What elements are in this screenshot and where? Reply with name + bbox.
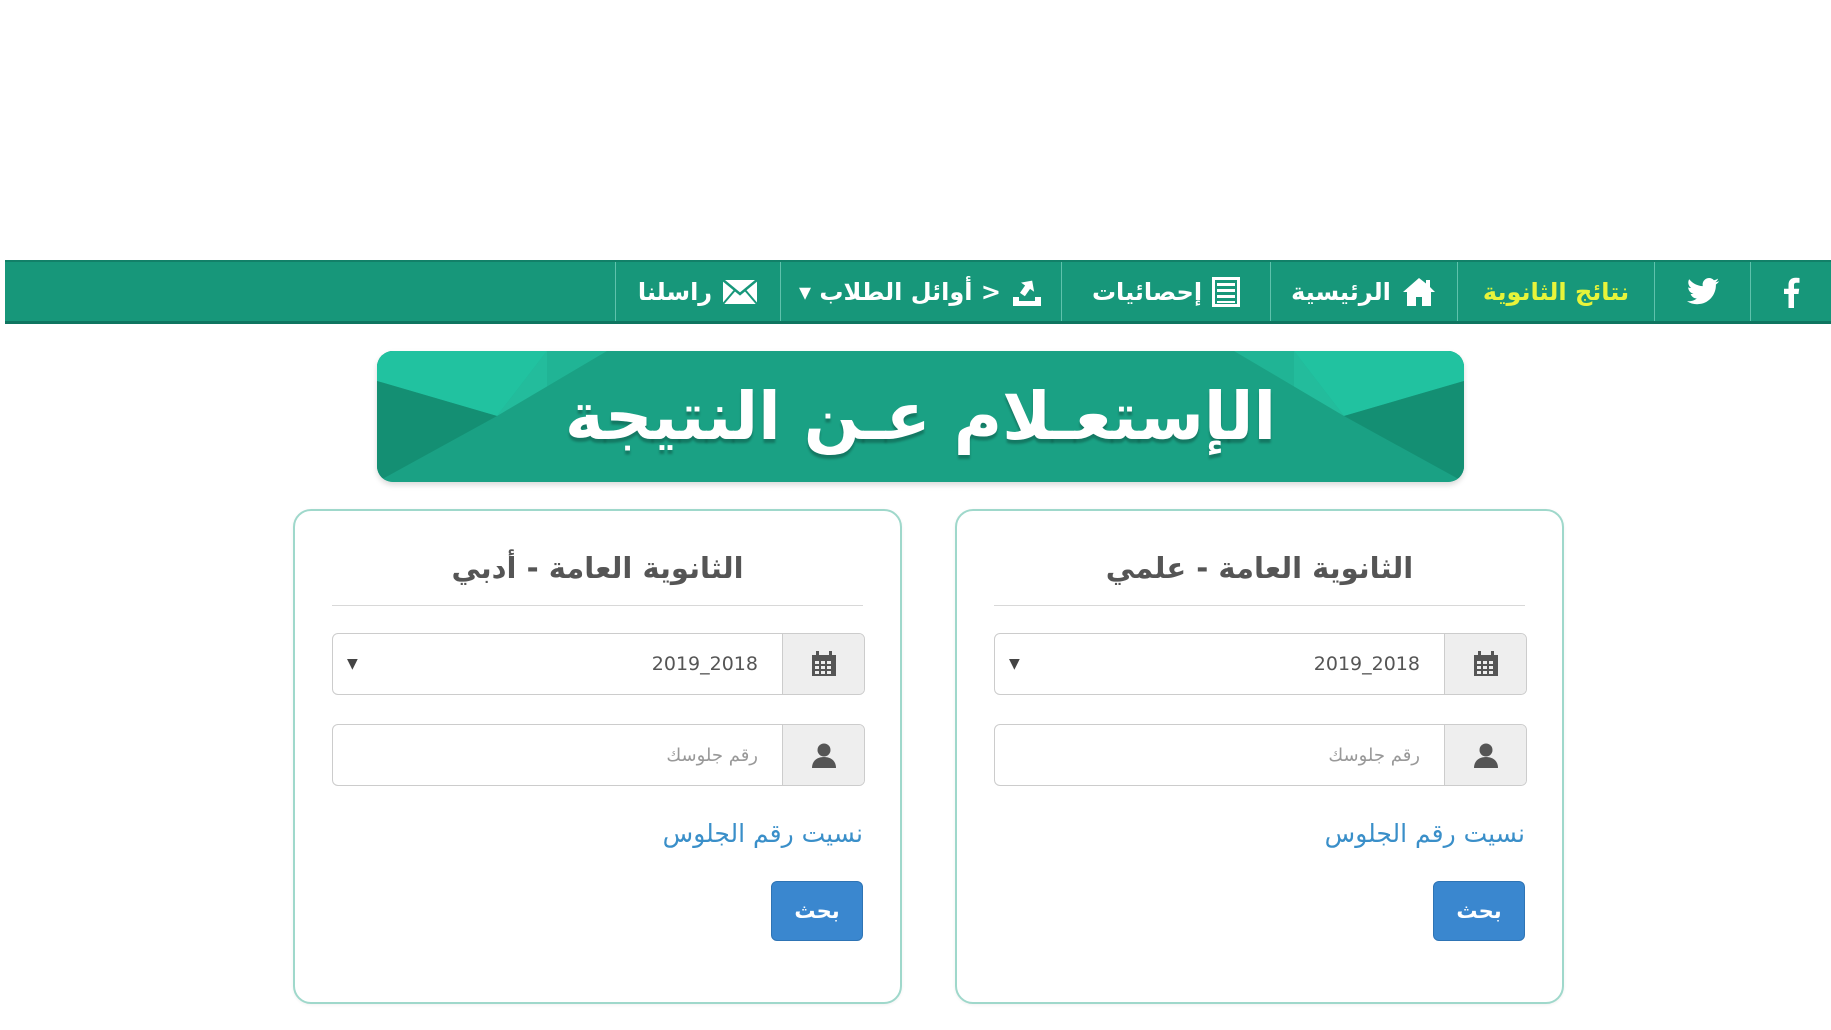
upload-icon bbox=[1013, 280, 1041, 306]
nav-facebook[interactable] bbox=[1750, 262, 1831, 321]
calendar-icon bbox=[1473, 651, 1498, 676]
user-addon bbox=[782, 725, 864, 785]
year-select-scientific[interactable]: ▼ 2019_2018 bbox=[994, 633, 1527, 695]
search-button-scientific[interactable]: بحث bbox=[1433, 881, 1525, 941]
nav-twitter[interactable] bbox=[1654, 262, 1750, 321]
envelope-icon bbox=[722, 278, 758, 305]
top-students-label: < أوائل الطلاب ▾ bbox=[799, 277, 1001, 306]
caret-down-icon: ▼ bbox=[347, 656, 358, 672]
calendar-addon bbox=[1444, 634, 1526, 694]
contact-label: راسلنا bbox=[637, 277, 713, 306]
seat-number-group-literary bbox=[332, 724, 865, 786]
user-icon bbox=[811, 743, 836, 768]
table-icon bbox=[1212, 276, 1241, 307]
seat-number-group-scientific bbox=[994, 724, 1527, 786]
search-button-literary[interactable]: بحث bbox=[771, 881, 863, 941]
card-literary: الثانوية العامة - أدبي ▼ 2019_2018 رقم ج… bbox=[293, 509, 902, 1004]
card-title-literary: الثانوية العامة - أدبي bbox=[332, 551, 863, 606]
card-scientific: الثانوية العامة - علمي ▼ 2019_2018 رقم ج… bbox=[955, 509, 1564, 1004]
nav-top-students[interactable]: < أوائل الطلاب ▾ bbox=[780, 262, 1061, 321]
year-value: 2019_2018 bbox=[1313, 653, 1420, 675]
nav-statistics[interactable]: إحصائيات bbox=[1061, 262, 1270, 321]
seat-number-input-literary[interactable] bbox=[333, 725, 782, 785]
card-title-scientific: الثانوية العامة - علمي bbox=[994, 551, 1525, 606]
twitter-icon bbox=[1686, 277, 1719, 304]
statistics-label: إحصائيات bbox=[1091, 277, 1203, 306]
forgot-seat-link-literary[interactable]: نسيت رقم الجلوس bbox=[663, 819, 863, 848]
brand-label: نتائج الثانوية bbox=[1482, 277, 1630, 306]
nav-contact[interactable]: راسلنا bbox=[615, 262, 780, 321]
calendar-icon bbox=[811, 651, 836, 676]
nav-home[interactable]: الرئيسية bbox=[1270, 262, 1457, 321]
calendar-addon bbox=[782, 634, 864, 694]
top-navbar: نتائج الثانوية الرئيسية إحصائيات < أوائل… bbox=[5, 260, 1831, 324]
forgot-seat-link-scientific[interactable]: نسيت رقم الجلوس bbox=[1325, 819, 1525, 848]
banner-title: الإستعـلام عـن النتيجة bbox=[564, 378, 1277, 455]
home-icon bbox=[1402, 277, 1435, 306]
year-select-literary[interactable]: ▼ 2019_2018 bbox=[332, 633, 865, 695]
nav-brand[interactable]: نتائج الثانوية bbox=[1457, 262, 1654, 321]
user-icon bbox=[1473, 743, 1498, 768]
facebook-icon bbox=[1784, 277, 1800, 308]
seat-number-input-scientific[interactable] bbox=[995, 725, 1444, 785]
year-value: 2019_2018 bbox=[651, 653, 758, 675]
results-banner: الإستعـلام عـن النتيجة bbox=[377, 351, 1464, 482]
caret-down-icon: ▼ bbox=[1009, 656, 1020, 672]
home-label: الرئيسية bbox=[1291, 277, 1391, 306]
user-addon bbox=[1444, 725, 1526, 785]
